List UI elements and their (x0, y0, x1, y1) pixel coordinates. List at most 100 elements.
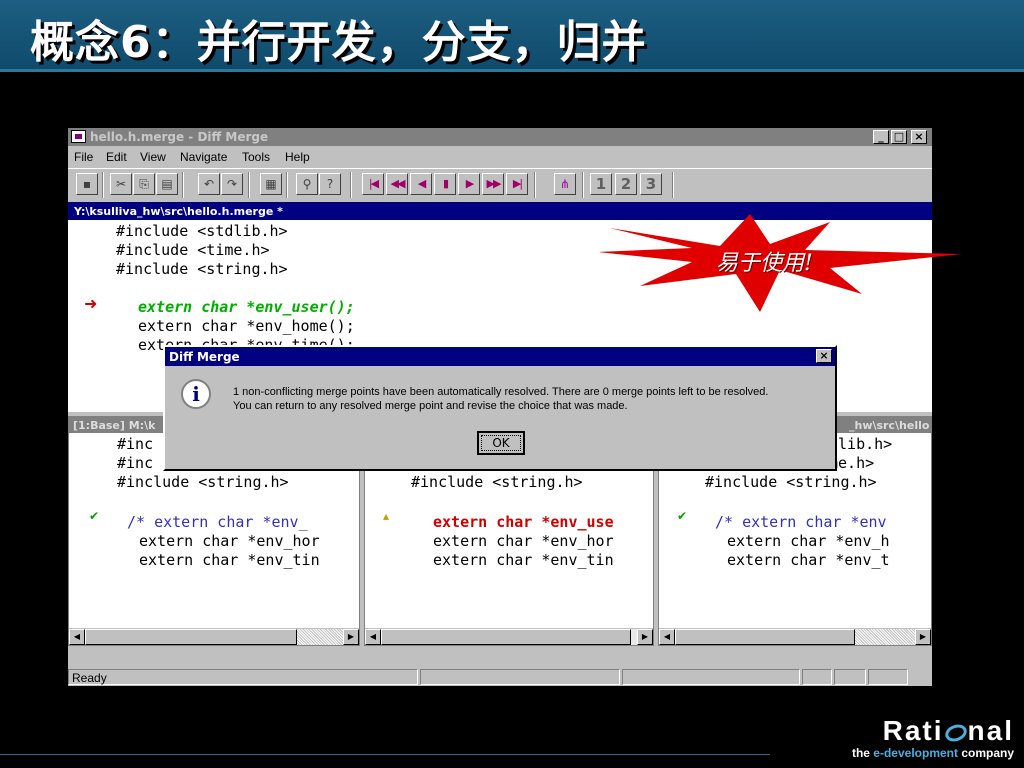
undo-icon[interactable]: ↶ (198, 173, 220, 195)
horizontal-scrollbar[interactable]: ◀ ▶ (69, 628, 359, 645)
code-line: #include <time.h> (116, 241, 270, 259)
toolbar-separator (582, 172, 584, 198)
tagline-suffix: company (957, 746, 1014, 760)
status-section (622, 669, 800, 685)
copy-icon[interactable]: ⎘ (133, 173, 155, 195)
code-line: extern char *env_t (727, 551, 890, 569)
next-diff-icon[interactable]: ▶ (458, 173, 480, 195)
next-unresolved-icon[interactable]: ▶▶ (482, 173, 504, 195)
cut-icon[interactable]: ✂ (110, 173, 132, 195)
menu-file[interactable]: File (74, 150, 93, 164)
menu-edit[interactable]: Edit (106, 150, 127, 164)
last-diff-icon[interactable]: ▶| (506, 173, 528, 195)
check-icon: ✔ (89, 509, 100, 523)
scroll-thumb[interactable] (381, 629, 631, 645)
app-icon (71, 130, 86, 143)
footer-divider (0, 754, 770, 755)
find-icon[interactable]: ⚲ (296, 173, 318, 195)
toolbar-separator (182, 172, 184, 198)
minimize-button[interactable]: _ (873, 130, 889, 144)
status-section (868, 669, 908, 685)
redo-icon[interactable]: ↷ (221, 173, 243, 195)
code-line: extern char *env_hor (139, 532, 320, 550)
code-line: extern char *env_h (727, 532, 890, 550)
help-pointer-icon[interactable]: ? (319, 173, 341, 195)
code-line-changed: extern char *env_use (433, 513, 614, 531)
dialog-message: 1 non-conflicting merge points have been… (233, 385, 768, 413)
code-line: #include <string.h> (116, 260, 288, 278)
horizontal-scrollbar[interactable]: ◀ ▶ (659, 628, 931, 645)
rational-logo: Rati nal the e-development company (852, 715, 1014, 761)
contributor-3-button[interactable]: 3 (640, 173, 662, 195)
status-text: Ready (68, 669, 418, 685)
contributor-2-button[interactable]: 2 (615, 173, 637, 195)
code-line: dlib.h> (829, 435, 893, 453)
dialog-message-line: You can return to any resolved merge poi… (233, 400, 628, 412)
dialog-message-line: 1 non-conflicting merge points have been… (233, 386, 769, 398)
status-section (802, 669, 832, 685)
window-title: hello.h.merge - Diff Merge (90, 130, 269, 144)
tagline-prefix: the (851, 746, 874, 760)
tagline-highlight: e-development (873, 746, 958, 760)
menu-help[interactable]: Help (285, 150, 310, 164)
menu-bar: File Edit View Navigate Tools Help (68, 148, 932, 166)
close-button[interactable]: × (911, 130, 927, 144)
scroll-left-icon[interactable]: ◀ (69, 629, 85, 645)
merge-tree-icon[interactable]: ⋔ (554, 173, 576, 195)
first-diff-icon[interactable]: |◀ (362, 173, 384, 195)
horizontal-scrollbar[interactable]: ◀ ▶ (365, 628, 653, 645)
dialog-close-button[interactable]: × (816, 349, 832, 363)
slide-title-bar: 概念6：并行开发，分支，归并 (0, 0, 1024, 72)
scroll-right-icon[interactable]: ▶ (915, 629, 931, 645)
code-line: #inc (117, 454, 154, 472)
status-bar: Ready (68, 668, 932, 686)
ok-button-label: OK (481, 435, 521, 451)
toolbar: ▪ ✂ ⎘ ▤ ↶ ↷ ▦ ⚲ ? |◀ ◀◀ ◀ ▮ ▶ ▶▶ ▶| ⋔ 1 … (68, 168, 932, 200)
current-diff-icon[interactable]: ▮ (434, 173, 456, 195)
scroll-thumb[interactable] (85, 629, 297, 645)
logo-wordmark: Rati nal (882, 715, 1014, 746)
toolbar-separator (534, 172, 536, 198)
prev-diff-icon[interactable]: ◀ (410, 173, 432, 195)
scroll-thumb[interactable] (675, 629, 855, 645)
scroll-track[interactable] (297, 629, 343, 645)
merge-point-arrow-icon: ➜ (84, 294, 98, 313)
toolbar-separator (248, 172, 250, 198)
scroll-left-icon[interactable]: ◀ (365, 629, 381, 645)
status-section (420, 669, 620, 685)
code-line: /* extern char *env (715, 513, 887, 531)
scroll-right-icon[interactable]: ▶ (637, 629, 653, 645)
slide-title: 概念6：并行开发，分支，归并 (30, 17, 647, 68)
toolbar-separator (286, 172, 288, 198)
prev-unresolved-icon[interactable]: ◀◀ (386, 173, 408, 195)
dialog-title-text: Diff Merge (169, 350, 240, 364)
contributor-1-button[interactable]: 1 (590, 173, 612, 195)
code-line: extern char *env_tin (433, 551, 614, 569)
save-icon[interactable]: ▪ (76, 173, 98, 195)
ok-button[interactable]: OK (477, 431, 525, 455)
logo-oval (942, 721, 969, 744)
scroll-left-icon[interactable]: ◀ (659, 629, 675, 645)
code-line: extern char *env_tin (139, 551, 320, 569)
menu-navigate[interactable]: Navigate (180, 150, 227, 164)
code-line: #include <string.h> (117, 473, 289, 491)
maximize-button[interactable]: □ (891, 130, 907, 144)
menu-tools[interactable]: Tools (242, 150, 270, 164)
code-line: #include <string.h> (705, 473, 877, 491)
window-titlebar[interactable]: hello.h.merge - Diff Merge _ □ × (68, 128, 932, 146)
properties-icon[interactable]: ▦ (260, 173, 282, 195)
check-icon: ✔ (677, 509, 688, 523)
info-icon: i (181, 379, 211, 409)
code-line: extern char *env_home(); (138, 317, 355, 335)
scroll-right-icon[interactable]: ▶ (343, 629, 359, 645)
scroll-track[interactable] (855, 629, 915, 645)
toolbar-separator (102, 172, 104, 198)
paste-icon[interactable]: ▤ (156, 173, 178, 195)
code-line: #include <string.h> (411, 473, 583, 491)
warning-icon: ▴ (383, 509, 390, 523)
logo-tagline: the e-development company (852, 746, 1014, 760)
dialog-title: Diff Merge × (165, 347, 835, 366)
menu-view[interactable]: View (140, 150, 166, 164)
toolbar-separator (350, 172, 352, 198)
code-line: #include <stdlib.h> (116, 222, 288, 240)
